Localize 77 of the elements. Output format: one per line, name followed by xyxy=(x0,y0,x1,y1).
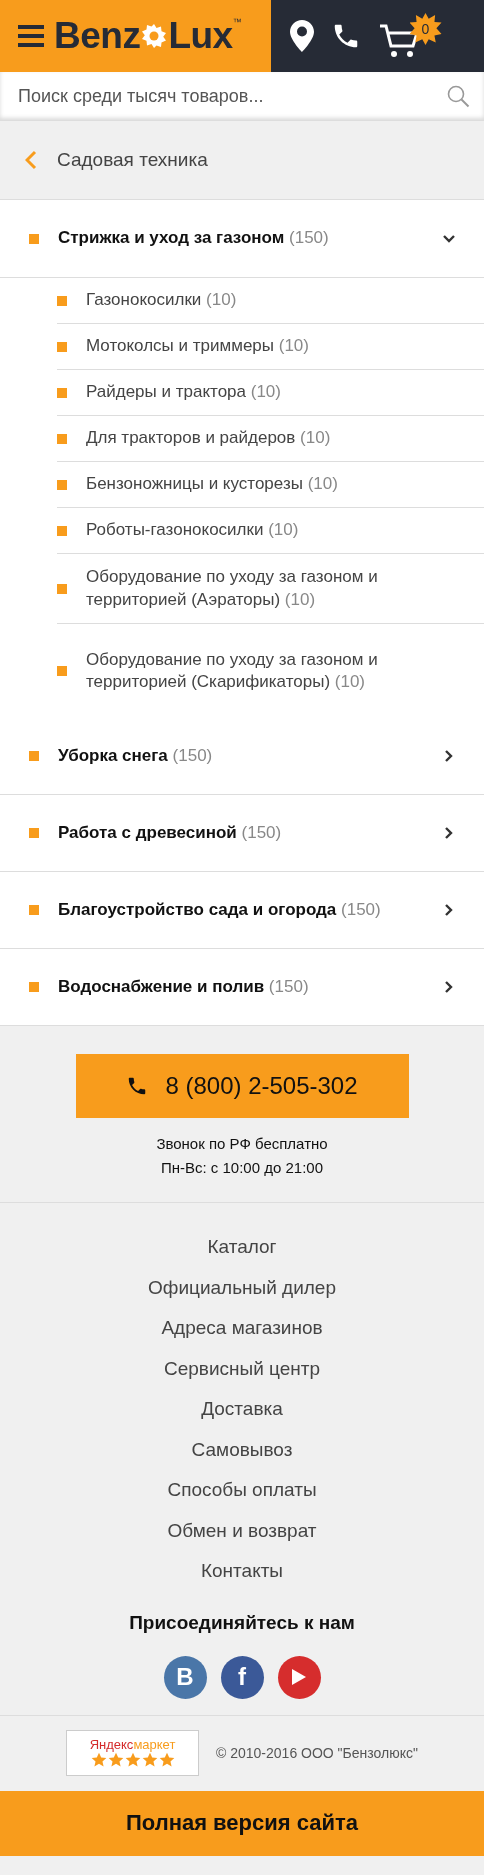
subcategory-title: Оборудование по уходу за газоном и территорией (Скарификаторы) (10) xyxy=(86,648,379,693)
bullet-icon xyxy=(57,666,67,676)
play-icon xyxy=(291,1668,307,1686)
star-icon xyxy=(90,1751,107,1768)
subcategory-row[interactable]: Оборудование по уходу за газоном и территорией (Аэраторы) (10) xyxy=(57,554,484,624)
subcategory-title: Для тракторов и райдеров (10) xyxy=(86,427,332,450)
bullet-icon xyxy=(57,583,67,594)
gear-icon xyxy=(141,23,168,49)
menu-icon xyxy=(18,25,44,47)
subcategory-row[interactable]: Райдеры и трактора (10) xyxy=(57,370,484,416)
bullet-icon xyxy=(29,905,39,915)
location-pin-icon xyxy=(289,20,314,52)
footer-link[interactable]: Контакты xyxy=(200,1551,284,1592)
badge-brand: Яндекс xyxy=(89,1737,134,1752)
bullet-icon xyxy=(57,433,67,444)
footer-link[interactable]: Сервисный центр xyxy=(163,1348,321,1389)
footer-link[interactable]: Самовывоз xyxy=(191,1429,293,1470)
badge-product: маркет xyxy=(133,1737,176,1752)
footer-link[interactable]: Доставка xyxy=(201,1389,283,1430)
copyright: © 2010-2016 ООО "Бензолюкс" xyxy=(216,1744,418,1761)
bullet-icon xyxy=(57,479,67,490)
category-title: Уборка снега (150) xyxy=(58,746,214,766)
subcategory-title: Оборудование по уходу за газоном и территорией (Аэраторы) (10) xyxy=(86,566,379,611)
bullet-icon xyxy=(29,233,39,244)
search-field[interactable]: Поиск среди тысяч товаров... xyxy=(16,84,446,108)
social-heading: Присоединяйтесь к нам xyxy=(129,1611,355,1634)
menu-button[interactable] xyxy=(18,25,44,47)
footer-link[interactable]: Официальный дилер xyxy=(147,1267,336,1308)
cart-button[interactable]: 0 xyxy=(377,13,442,59)
search-icon xyxy=(446,84,470,108)
footer-link[interactable]: Каталог xyxy=(207,1227,277,1268)
chevron-left-icon xyxy=(25,150,37,170)
cart-count-badge: 0 xyxy=(409,13,442,45)
category-title: Работа с древесиной (150) xyxy=(58,823,283,843)
rating-badge[interactable]: Яндексмаркет xyxy=(66,1729,199,1776)
bullet-icon xyxy=(57,525,67,536)
subcategory-title: Газонокосилки (10) xyxy=(86,289,238,312)
category-row[interactable]: Работа с древесиной (150) xyxy=(0,795,484,872)
bullet-icon xyxy=(57,341,67,352)
location-button[interactable] xyxy=(289,20,314,52)
social-link[interactable]: B xyxy=(163,1655,207,1699)
subcategory-row[interactable]: Оборудование по уходу за газоном и территорией (Скарификаторы) (10) xyxy=(57,624,484,718)
category-title: Водоснабжение и полив (150) xyxy=(58,977,310,997)
subcategory-title: Роботы-газонокосилки (10) xyxy=(86,519,300,542)
bullet-icon xyxy=(57,295,67,306)
subcategory-title: Бензоножницы и кусторезы (10) xyxy=(86,473,339,496)
category-row[interactable]: Стрижка и уход за газоном (150) xyxy=(0,200,484,278)
star-icon xyxy=(141,1751,158,1768)
search-bar[interactable]: Поиск среди тысяч товаров... xyxy=(0,72,484,121)
phone-call-button[interactable]: 8 (800) 2-505-302 xyxy=(75,1054,409,1118)
category-row[interactable]: Водоснабжение и полив (150) xyxy=(0,949,484,1026)
contact-note: Звонок по РФ бесплатно xyxy=(156,1134,328,1154)
category-row[interactable]: Уборка снега (150) xyxy=(0,718,484,795)
star-icon xyxy=(107,1751,124,1768)
category-title: Стрижка и уход за газоном (150) xyxy=(58,229,330,248)
star-icon xyxy=(124,1751,141,1768)
footer-link[interactable]: Адреса магазинов xyxy=(161,1308,323,1349)
subcategory-row[interactable]: Роботы-газонокосилки (10) xyxy=(57,508,484,554)
footer-link[interactable]: Обмен и возврат xyxy=(167,1510,317,1551)
star-icon xyxy=(158,1751,175,1768)
category-row[interactable]: Благоустройство сада и огорода (150) xyxy=(0,872,484,949)
bullet-icon xyxy=(29,982,39,992)
subcategory-row[interactable]: Для тракторов и райдеров (10) xyxy=(57,416,484,462)
category-title: Благоустройство сада и огорода (150) xyxy=(58,900,382,920)
social-link[interactable]: f xyxy=(220,1655,264,1699)
subcategory-row[interactable]: Мотоколсы и триммеры (10) xyxy=(57,324,484,370)
youtube-link[interactable] xyxy=(277,1655,321,1699)
contact-note: Пн-Вс: с 10:00 до 21:00 xyxy=(160,1158,324,1178)
bullet-icon xyxy=(29,751,39,761)
subcategory-title: Райдеры и трактора (10) xyxy=(86,381,282,404)
subcategory-row[interactable]: Бензоножницы и кусторезы (10) xyxy=(57,462,484,508)
full-version-button[interactable]: Полная версия сайта xyxy=(0,1790,484,1856)
subcategory-title: Мотоколсы и триммеры (10) xyxy=(86,335,310,358)
footer-link[interactable]: Способы оплаты xyxy=(167,1470,317,1511)
subcategory-row[interactable]: Газонокосилки (10) xyxy=(57,278,484,324)
bullet-icon xyxy=(29,828,39,838)
bullet-icon xyxy=(57,387,67,398)
